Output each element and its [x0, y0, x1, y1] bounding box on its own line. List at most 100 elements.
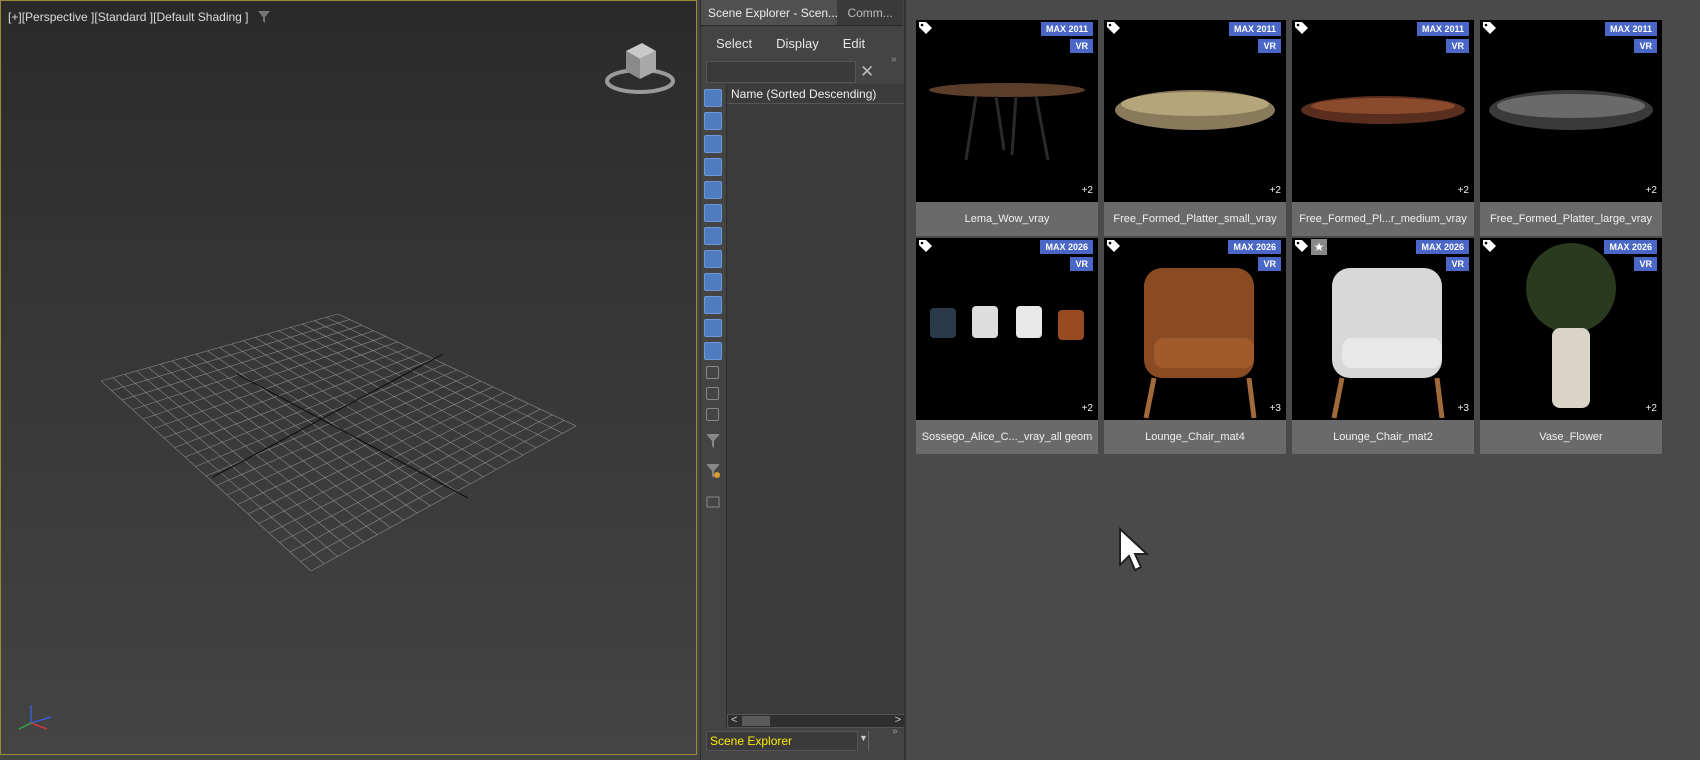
asset-name: Free_Formed_Pl...r_medium_vray — [1292, 202, 1474, 236]
explorer-name-field[interactable]: Scene Explorer — [706, 731, 858, 751]
search-input[interactable] — [706, 61, 856, 83]
asset-name: Lounge_Chair_mat4 — [1104, 420, 1286, 454]
display-lights-icon[interactable] — [704, 135, 722, 153]
display-xrefs-icon[interactable] — [704, 250, 722, 268]
renderer-badge: VR — [1634, 39, 1657, 53]
asset-card[interactable]: MAX 2026 VR +3 Lounge_Chair_mat4 — [1104, 238, 1286, 454]
asset-name: Lema_Wow_vray — [916, 202, 1098, 236]
asset-name: Vase_Flower — [1480, 420, 1662, 454]
display-cameras-icon[interactable] — [704, 158, 722, 176]
renderer-badge: VR — [1070, 257, 1093, 271]
expand-footer-icon[interactable]: » — [892, 726, 898, 737]
tag-icon[interactable] — [1295, 240, 1308, 252]
chevron-down-icon[interactable]: ▼ — [859, 733, 868, 743]
filter-icon[interactable] — [257, 11, 270, 23]
asset-card[interactable]: MAX 2026 VR +2 Vase_Flower — [1480, 238, 1662, 454]
asset-card[interactable]: MAX 2011 VR +2 Free_Formed_Platter_small_vr… — [1104, 20, 1286, 236]
horizontal-scrollbar[interactable]: < > — [727, 714, 905, 728]
asset-card[interactable]: MAX 2011 VR +2 Lema_Wow_vray — [916, 20, 1098, 236]
renderer-badge: VR — [1446, 257, 1469, 271]
asset-card[interactable]: MAX 2011 VR +2 Free_Formed_Pl...r_medium_vr… — [1292, 20, 1474, 236]
close-icon[interactable]: ✕ — [860, 62, 874, 82]
renderer-badge: VR — [1634, 257, 1657, 271]
scrollbar-thumb[interactable] — [742, 716, 770, 726]
display-all-icon[interactable] — [706, 366, 719, 379]
viewport-menu-perspective[interactable]: [Perspective ] — [22, 10, 95, 24]
renderer-badge: VR — [1258, 257, 1281, 271]
viewport-menu-shading[interactable]: [Default Shading ] — [153, 10, 248, 24]
tag-icon[interactable] — [1483, 240, 1496, 252]
expand-toolbar-icon[interactable]: » — [891, 54, 897, 65]
max-version-badge: MAX 2026 — [1604, 240, 1657, 254]
max-version-badge: MAX 2011 — [1416, 22, 1469, 36]
variant-count: +2 — [1081, 185, 1093, 196]
display-bones-icon[interactable] — [704, 273, 722, 291]
column-header-name[interactable]: Name (Sorted Descending) — [727, 84, 904, 104]
tag-icon[interactable] — [1107, 240, 1120, 252]
viewport-label[interactable]: [+] [Perspective ] [Standard ] [Default … — [8, 10, 270, 24]
viewport-menu-standard[interactable]: [Standard ] — [94, 10, 153, 24]
explorer-toolstrip — [702, 86, 724, 519]
tag-icon[interactable] — [1295, 22, 1308, 34]
display-helpers-icon[interactable] — [704, 181, 722, 199]
asset-name: Free_Formed_Platter_large_vray — [1480, 202, 1662, 236]
asset-card[interactable]: ★ MAX 2026 VR +3 Lounge_Chair_mat2 — [1292, 238, 1474, 454]
asset-name: Sossego_Alice_C..._vray_all geom — [916, 420, 1098, 454]
grid-line — [124, 374, 338, 557]
max-version-badge: MAX 2011 — [1604, 22, 1657, 36]
renderer-badge: VR — [1070, 39, 1093, 53]
grid-line — [310, 425, 576, 571]
viewcube-icon[interactable] — [604, 37, 676, 97]
tab-scene-explorer[interactable]: Scene Explorer - Scen... — [701, 0, 838, 25]
display-frozen-icon[interactable] — [704, 319, 722, 337]
display-geometry-icon[interactable] — [704, 89, 722, 107]
renderer-badge: VR — [1258, 39, 1281, 53]
explorer-menubar: Select Display Edit — [701, 26, 903, 60]
asset-name: Free_Formed_Platter_small_vray — [1104, 202, 1286, 236]
filter-settings-icon[interactable] — [706, 464, 720, 478]
display-containers-icon[interactable] — [704, 296, 722, 314]
variant-count: +2 — [1645, 185, 1657, 196]
grid-line — [300, 420, 565, 562]
tag-icon[interactable] — [919, 22, 932, 34]
max-version-badge: MAX 2026 — [1228, 240, 1281, 254]
display-none-icon[interactable] — [706, 387, 719, 400]
tag-icon[interactable] — [919, 240, 932, 252]
layer-icon[interactable] — [706, 494, 720, 508]
scene-list[interactable]: Name (Sorted Descending) < > — [726, 84, 905, 728]
asset-card[interactable]: MAX 2011 VR +2 Free_Formed_Platter_large_vr… — [1480, 20, 1662, 236]
viewport-menu-plus[interactable]: [+] — [8, 10, 22, 24]
variant-count: +3 — [1269, 403, 1281, 414]
variant-count: +2 — [1269, 185, 1281, 196]
scroll-left-icon[interactable]: < — [731, 714, 737, 726]
max-version-badge: MAX 2026 — [1416, 240, 1469, 254]
variant-count: +3 — [1457, 403, 1469, 414]
menu-display[interactable]: Display — [776, 36, 819, 60]
star-icon[interactable]: ★ — [1311, 239, 1327, 255]
display-hidden-icon[interactable] — [704, 342, 722, 360]
menu-select[interactable]: Select — [716, 36, 752, 60]
renderer-badge: VR — [1446, 39, 1469, 53]
footer-divider — [868, 731, 869, 751]
mouse-pointer-icon — [1119, 527, 1150, 572]
menu-edit[interactable]: Edit — [843, 36, 865, 60]
home-grid — [101, 313, 576, 571]
axis-tripod-icon — [18, 705, 52, 730]
asset-card[interactable]: MAX 2026 VR +2 Sossego_Alice_C..._vray_all … — [916, 238, 1098, 454]
tab-command[interactable]: Comm... — [837, 0, 903, 25]
filter-icon[interactable] — [706, 434, 720, 448]
perspective-viewport[interactable]: [+] [Perspective ] [Standard ] [Default … — [0, 0, 697, 755]
variant-count: +2 — [1645, 403, 1657, 414]
asset-browser: MAX 2011 VR +2 Lema_Wow_vray MAX 2011 VR +2 Fre… — [904, 0, 1700, 760]
display-spacewarps-icon[interactable] — [704, 204, 722, 222]
scene-explorer-panel: Scene Explorer - Scen... Comm... Select … — [700, 0, 905, 760]
display-shapes-icon[interactable] — [704, 112, 722, 130]
tag-icon[interactable] — [1107, 22, 1120, 34]
display-invert-icon[interactable] — [706, 408, 719, 421]
asset-name: Lounge_Chair_mat2 — [1292, 420, 1474, 454]
max-version-badge: MAX 2011 — [1228, 22, 1281, 36]
tag-icon[interactable] — [1483, 22, 1496, 34]
display-groups-icon[interactable] — [704, 227, 722, 245]
scroll-right-icon[interactable]: > — [895, 714, 901, 726]
grid-line — [101, 380, 312, 571]
